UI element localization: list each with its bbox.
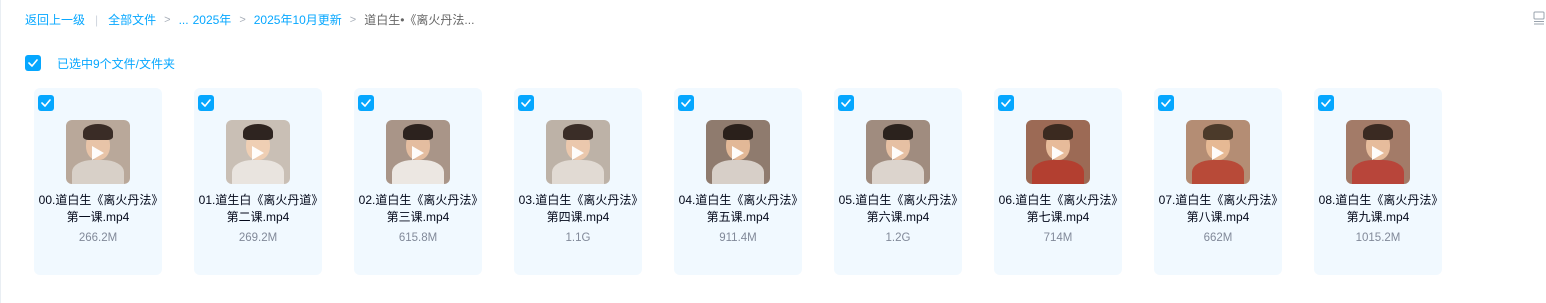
file-name[interactable]: 06.道白生《离火丹法》第七课.mp4 [998, 192, 1118, 226]
view-toggle-icon[interactable] [1533, 11, 1545, 25]
checkmark-icon [521, 99, 531, 107]
play-icon [572, 146, 584, 160]
file-name[interactable]: 01.道生白《离火丹道》第二课.mp4 [198, 192, 318, 226]
file-name[interactable]: 07.道白生《离火丹法》第八课.mp4 [1158, 192, 1278, 226]
checkmark-icon [201, 99, 211, 107]
file-checkbox[interactable] [198, 95, 214, 111]
file-size: 714M [1043, 232, 1073, 244]
file-size: 911.4M [719, 232, 757, 244]
file-name[interactable]: 02.道白生《离火丹法》第三课.mp4 [358, 192, 478, 226]
play-icon [732, 146, 744, 160]
play-icon [92, 146, 104, 160]
breadcrumb-current: 道白生•《离火丹法... [364, 13, 475, 27]
chevron-right-icon: > [349, 14, 357, 26]
file-size: 266.2M [78, 232, 118, 244]
checkmark-icon [1001, 99, 1011, 107]
checkmark-icon [681, 99, 691, 107]
file-size: 269.2M [238, 232, 278, 244]
breadcrumb-all-files[interactable]: 全部文件 [108, 12, 156, 28]
video-thumbnail[interactable] [1026, 120, 1090, 184]
selection-count-label: 已选中9个文件/文件夹 [57, 56, 176, 71]
play-icon [1212, 146, 1224, 160]
file-card[interactable]: 00.道白生《离火丹法》第一课.mp4 266.2M [34, 88, 162, 275]
file-card[interactable]: 02.道白生《离火丹法》第三课.mp4 615.8M [354, 88, 482, 275]
file-grid: 00.道白生《离火丹法》第一课.mp4 266.2M 01.道生白《离火丹道》第二课… [34, 88, 1474, 275]
play-icon [1052, 146, 1064, 160]
checkmark-icon [1161, 99, 1171, 107]
file-checkbox[interactable] [838, 95, 854, 111]
checkmark-icon [361, 99, 371, 107]
chevron-right-icon: > [164, 14, 171, 26]
checkmark-icon [841, 99, 851, 107]
breadcrumb: 返回上一级 | 全部文件 > ... 2025年 > 2025年10月更新 > … [25, 12, 474, 28]
file-card[interactable]: 07.道白生《离火丹法》第八课.mp4 662M [1154, 88, 1282, 275]
play-icon [1372, 146, 1384, 160]
video-thumbnail[interactable] [1346, 120, 1410, 184]
file-checkbox[interactable] [678, 95, 694, 111]
selection-bar: 已选中9个文件/文件夹 [25, 54, 175, 72]
file-name[interactable]: 08.道白生《离火丹法》第九课.mp4 [1318, 192, 1438, 226]
breadcrumb-month[interactable]: 2025年10月更新 [254, 12, 342, 28]
select-all-checkbox[interactable] [25, 55, 41, 71]
file-card[interactable]: 04.道白生《离火丹法》第五课.mp4 911.4M [674, 88, 802, 275]
file-checkbox[interactable] [358, 95, 374, 111]
breadcrumb-year[interactable]: 2025年 [193, 12, 232, 28]
video-thumbnail[interactable] [226, 120, 290, 184]
checkmark-icon [28, 59, 38, 67]
play-icon [252, 146, 264, 160]
video-thumbnail[interactable] [386, 120, 450, 184]
play-icon [892, 146, 904, 160]
video-thumbnail[interactable] [546, 120, 610, 184]
breadcrumb-ellipsis[interactable]: ... [179, 12, 189, 28]
file-browser: 返回上一级 | 全部文件 > ... 2025年 > 2025年10月更新 > … [0, 0, 1546, 303]
video-thumbnail[interactable] [66, 120, 130, 184]
file-name[interactable]: 03.道白生《离火丹法》第四课.mp4 [518, 192, 638, 226]
video-thumbnail[interactable] [866, 120, 930, 184]
file-size: 1015.2M [1355, 232, 1401, 244]
file-card[interactable]: 06.道白生《离火丹法》第七课.mp4 714M [994, 88, 1122, 275]
video-thumbnail[interactable] [1186, 120, 1250, 184]
file-checkbox[interactable] [998, 95, 1014, 111]
file-size: 1.1G [565, 232, 591, 244]
file-size: 615.8M [398, 232, 438, 244]
checkmark-icon [41, 99, 51, 107]
file-name[interactable]: 04.道白生《离火丹法》第五课.mp4 [678, 192, 798, 226]
file-size: 662M [1203, 232, 1233, 244]
file-name[interactable]: 05.道白生《离火丹法》第六课.mp4 [838, 192, 958, 226]
file-card[interactable]: 01.道生白《离火丹道》第二课.mp4 269.2M [194, 88, 322, 275]
file-card[interactable]: 05.道白生《离火丹法》第六课.mp4 1.2G [834, 88, 962, 275]
chevron-right-icon: > [239, 14, 246, 26]
file-checkbox[interactable] [518, 95, 534, 111]
file-checkbox[interactable] [1158, 95, 1174, 111]
file-size: 1.2G [885, 232, 911, 244]
file-checkbox[interactable] [38, 95, 54, 111]
play-icon [412, 146, 424, 160]
video-thumbnail[interactable] [706, 120, 770, 184]
back-link[interactable]: 返回上一级 [25, 12, 85, 28]
file-name[interactable]: 00.道白生《离火丹法》第一课.mp4 [38, 192, 158, 226]
file-card[interactable]: 08.道白生《离火丹法》第九课.mp4 1015.2M [1314, 88, 1442, 275]
file-card[interactable]: 03.道白生《离火丹法》第四课.mp4 1.1G [514, 88, 642, 275]
file-checkbox[interactable] [1318, 95, 1334, 111]
checkmark-icon [1321, 99, 1331, 107]
breadcrumb-divider: | [95, 13, 99, 27]
